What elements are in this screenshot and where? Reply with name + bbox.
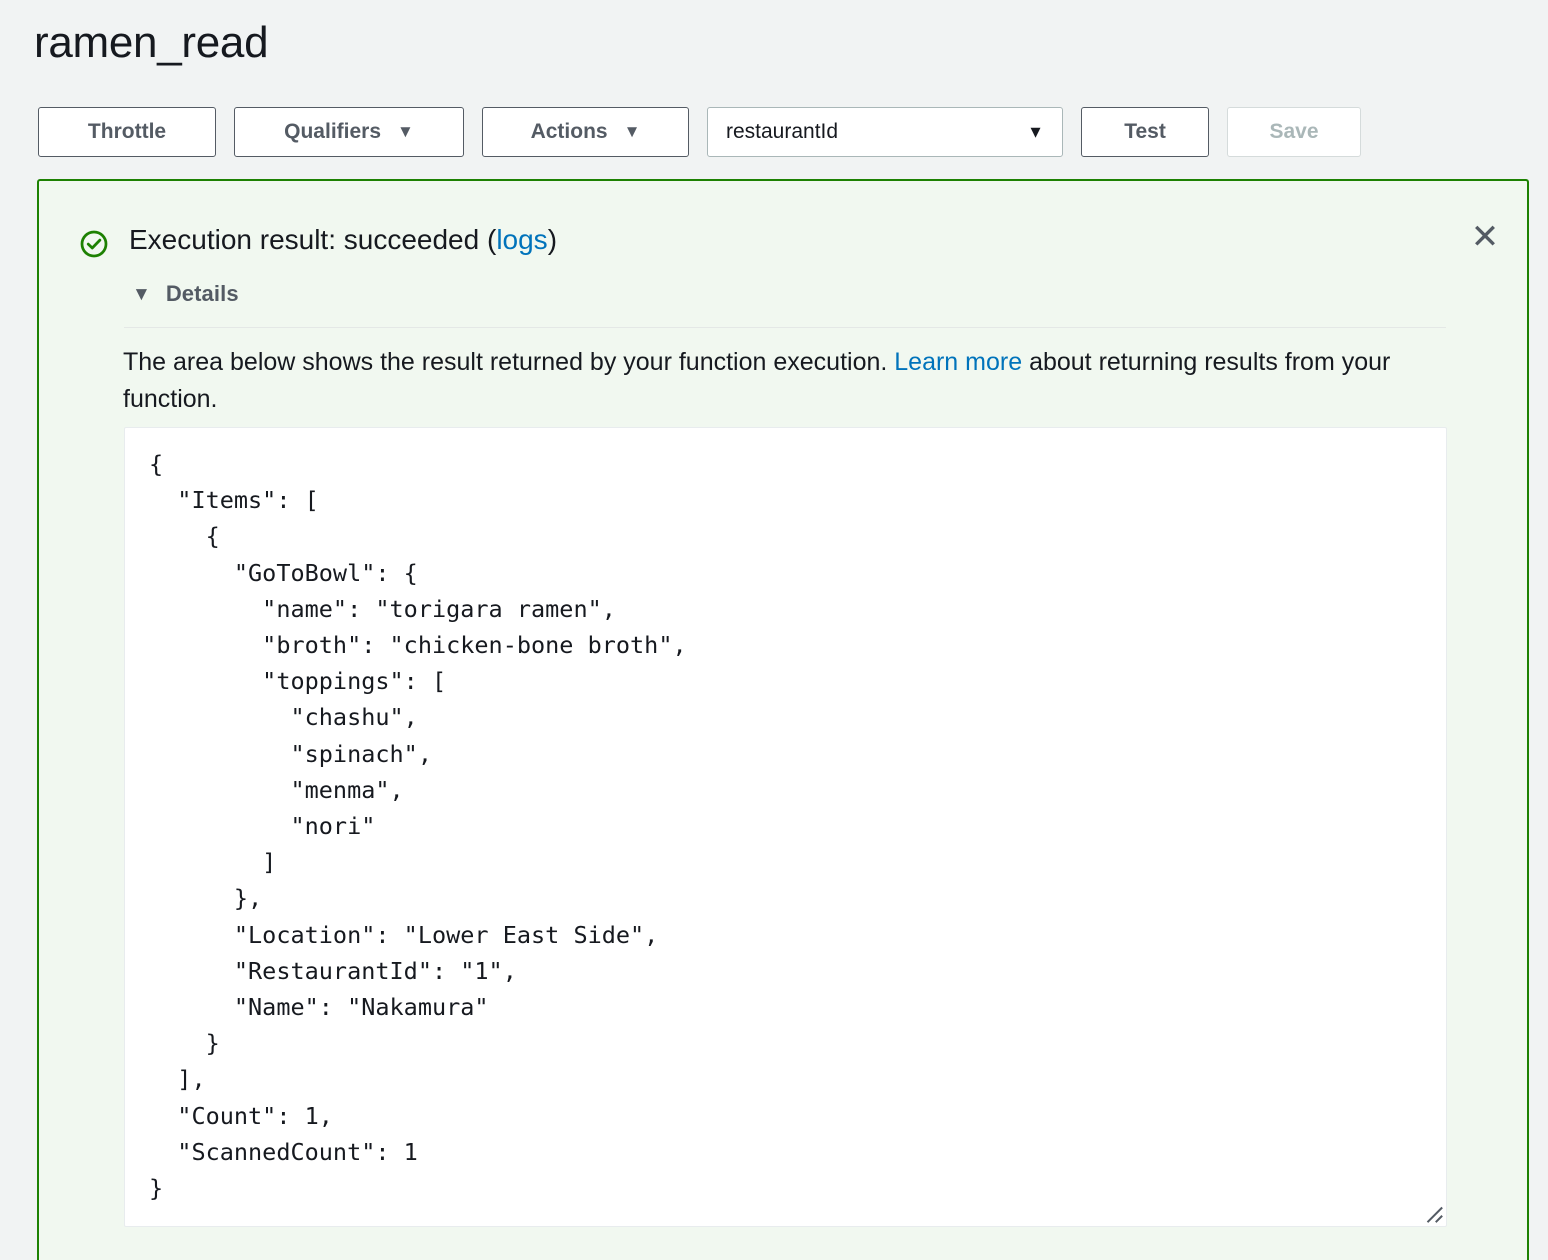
throttle-button-label: Throttle bbox=[87, 120, 167, 143]
close-icon[interactable]: ✕ bbox=[1465, 217, 1505, 257]
details-label: Details bbox=[165, 281, 239, 306]
save-button-label: Save bbox=[1269, 120, 1319, 143]
resize-handle[interactable] bbox=[1422, 1202, 1444, 1224]
triangle-down-icon: ▼ bbox=[132, 283, 151, 305]
lambda-function-page: ramen_read Throttle Qualifiers ▼ Actions… bbox=[0, 0, 1548, 1260]
execution-result-header: Execution result: succeeded (logs) bbox=[79, 223, 557, 259]
page-title: ramen_read bbox=[34, 18, 269, 67]
actions-dropdown-button[interactable]: Actions ▼ bbox=[482, 107, 689, 157]
qualifiers-button-label: Qualifiers bbox=[284, 120, 382, 143]
chevron-down-icon: ▼ bbox=[397, 121, 414, 141]
execution-output-json: { "Items": [ { "GoToBowl": { "name": "to… bbox=[149, 450, 687, 1203]
logs-link[interactable]: logs bbox=[496, 224, 547, 255]
execution-result-title: Execution result: succeeded (logs) bbox=[129, 223, 557, 257]
throttle-button[interactable]: Throttle bbox=[38, 107, 216, 157]
actions-button-label: Actions bbox=[530, 120, 608, 143]
result-description-before: The area below shows the result returned… bbox=[123, 348, 895, 376]
execution-output-textarea[interactable]: { "Items": [ { "GoToBowl": { "name": "to… bbox=[124, 427, 1447, 1227]
details-disclosure-toggle[interactable]: ▼ Details bbox=[132, 281, 239, 307]
execution-result-title-text: Execution result: succeeded ( bbox=[129, 224, 497, 255]
test-event-select-value: restaurantId bbox=[726, 120, 839, 143]
chevron-down-icon: ▼ bbox=[1027, 122, 1044, 142]
learn-more-link[interactable]: Learn more bbox=[894, 348, 1022, 376]
execution-result-panel: ✕ Execution result: succeeded (logs) ▼ D… bbox=[37, 179, 1529, 1260]
section-divider bbox=[124, 327, 1446, 328]
execution-result-title-suffix: ) bbox=[547, 224, 558, 255]
test-button-label: Test bbox=[1124, 120, 1166, 143]
save-button[interactable]: Save bbox=[1227, 107, 1361, 157]
test-event-select[interactable]: restaurantId ▼ bbox=[707, 107, 1063, 157]
result-description: The area below shows the result returned… bbox=[123, 344, 1448, 418]
qualifiers-dropdown-button[interactable]: Qualifiers ▼ bbox=[234, 107, 464, 157]
success-check-circle-icon bbox=[80, 230, 108, 258]
function-toolbar: Throttle Qualifiers ▼ Actions ▼ restaura… bbox=[38, 107, 1361, 157]
test-button[interactable]: Test bbox=[1081, 107, 1209, 157]
chevron-down-icon: ▼ bbox=[623, 121, 641, 141]
